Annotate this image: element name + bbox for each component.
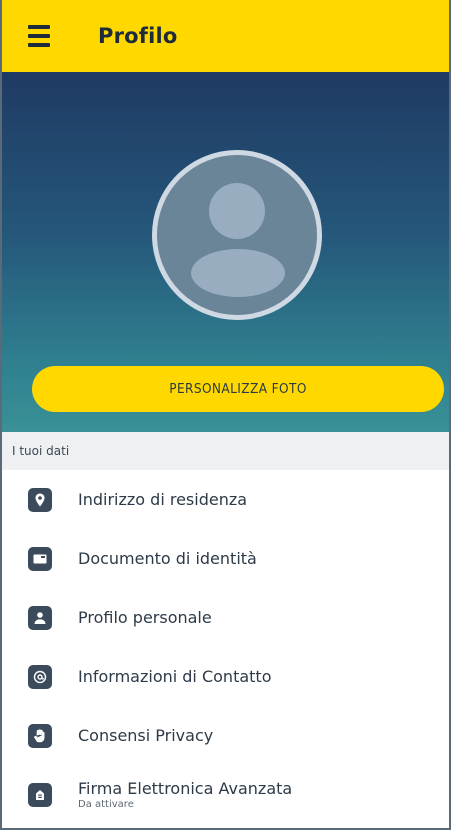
signature-icon <box>28 782 52 807</box>
item-label: Informazioni di Contatto <box>78 667 272 686</box>
avatar-body-shape <box>191 249 285 297</box>
item-label: Indirizzo di residenza <box>78 490 248 509</box>
id-card-icon <box>28 546 52 571</box>
list-item-residence-address[interactable]: Indirizzo di residenza <box>2 470 449 529</box>
section-title: I tuoi dati <box>12 444 70 458</box>
hamburger-menu-icon[interactable] <box>28 25 58 47</box>
at-sign-icon <box>28 664 52 689</box>
profile-header: PERSONALIZZA FOTO <box>2 72 449 432</box>
hand-icon <box>28 723 52 748</box>
list-item-personal-profile[interactable]: Profilo personale <box>2 588 449 647</box>
customize-photo-button[interactable]: PERSONALIZZA FOTO <box>32 366 444 412</box>
item-label: Consensi Privacy <box>78 726 214 745</box>
item-label: Profilo personale <box>78 608 212 627</box>
list-item-contact-info[interactable]: Informazioni di Contatto <box>2 647 449 706</box>
person-icon <box>28 605 52 630</box>
profile-screen: Profilo PERSONALIZZA FOTO I tuoi dati In… <box>0 0 451 830</box>
app-bar: Profilo <box>2 0 449 72</box>
avatar[interactable] <box>152 150 322 320</box>
item-status: Da attivare <box>78 799 134 810</box>
page-title: Profilo <box>98 24 178 48</box>
section-header: I tuoi dati <box>2 432 449 470</box>
profile-data-list: Indirizzo di residenza Documento di iden… <box>2 470 449 824</box>
location-pin-icon <box>28 487 52 512</box>
list-item-identity-document[interactable]: Documento di identità <box>2 529 449 588</box>
list-item-advanced-e-signature[interactable]: Firma Elettronica Avanzata Da attivare <box>2 765 449 824</box>
item-label: Firma Elettronica Avanzata <box>78 779 293 798</box>
list-item-privacy-consents[interactable]: Consensi Privacy <box>2 706 449 765</box>
avatar-head-shape <box>209 183 265 239</box>
item-label: Documento di identità <box>78 549 257 568</box>
